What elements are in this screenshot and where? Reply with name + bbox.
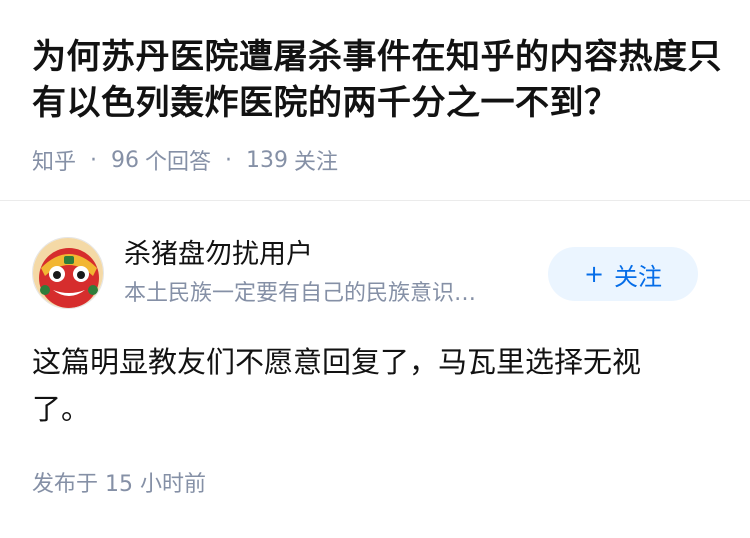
answer-card: 杀猪盘勿扰用户 本土民族一定要有自己的民族意识… + 关注 这篇明显教友们不愿意… [0, 201, 750, 538]
author-bio: 本土民族一定要有自己的民族意识… [124, 281, 477, 306]
question-title[interactable]: 为何苏丹医院遭屠杀事件在知乎的内容热度只有以色列轰炸医院的两千分之一不到？ [32, 34, 732, 126]
answer-timestamp: 发布于 15 小时前 [32, 472, 206, 497]
question-header: 为何苏丹医院遭屠杀事件在知乎的内容热度只有以色列轰炸医院的两千分之一不到？ 知乎… [0, 0, 750, 200]
answer-count: 96 [111, 147, 140, 173]
answer-content[interactable]: 这篇明显教友们不愿意回复了，马瓦里选择无视了。 [32, 339, 682, 433]
lion-dance-avatar-icon [33, 238, 103, 308]
author-name[interactable]: 杀猪盘勿扰用户 [124, 237, 313, 273]
plus-icon: + [583, 260, 605, 288]
follow-count: 139 [246, 147, 289, 173]
follow-button[interactable]: + 关注 [548, 247, 698, 301]
answer-count-label: 个回答 [145, 150, 212, 175]
author-avatar[interactable] [32, 237, 104, 309]
follow-button-label: 关注 [614, 262, 663, 291]
question-meta: 知乎 · 96 个回答 · 139 关注 [32, 144, 338, 176]
meta-separator: · [225, 147, 233, 173]
source-label[interactable]: 知乎 [32, 144, 76, 176]
meta-separator: · [90, 147, 98, 173]
follow-count-label: 关注 [294, 150, 339, 175]
